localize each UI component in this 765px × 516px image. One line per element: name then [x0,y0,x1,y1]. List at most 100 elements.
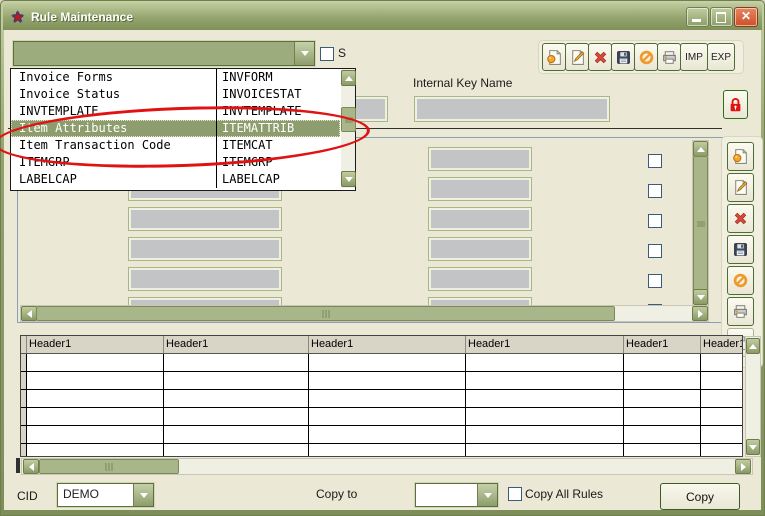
table-row[interactable] [21,426,742,444]
grid-cell[interactable] [624,390,701,407]
grid-cell[interactable] [701,354,743,371]
copy-to-dropdown-button[interactable] [477,484,497,506]
grid-cell[interactable] [309,390,466,407]
maximize-button[interactable] [710,7,733,27]
cancel-button[interactable] [634,43,658,71]
save-button[interactable] [611,43,635,71]
rule-selector-dropdown-button[interactable] [294,42,314,65]
table-row[interactable] [21,408,742,426]
detail-field[interactable] [129,268,281,290]
grid-cell[interactable] [624,354,701,371]
close-button[interactable]: ✕ [734,7,758,27]
internal-key-name-field[interactable] [415,97,609,121]
scroll-thumb[interactable] [36,306,615,321]
detail-checkbox[interactable] [648,214,662,228]
grid-cell[interactable] [164,372,309,389]
grid-cell[interactable] [701,390,743,407]
scroll-up-button[interactable] [746,338,760,354]
detail-checkbox[interactable] [648,184,662,198]
dropdown-item[interactable]: Item Transaction CodeITEMCAT [11,137,340,154]
grid-cell[interactable] [164,444,309,457]
panel-vertical-scrollbar[interactable] [692,140,709,306]
scroll-left-button[interactable] [23,459,39,474]
copy-to-combobox[interactable] [415,483,498,507]
grid-cell[interactable] [164,426,309,443]
scroll-down-button[interactable] [693,289,708,305]
grid-cell[interactable] [466,408,624,425]
import-button[interactable]: IMP [680,43,708,71]
new-button[interactable] [727,142,754,171]
table-row[interactable] [21,444,742,457]
copy-button[interactable]: Copy [660,483,740,510]
grid-cell[interactable] [164,354,309,371]
grid-cell[interactable] [701,444,743,457]
grid-cell[interactable] [466,426,624,443]
detail-checkbox[interactable] [648,244,662,258]
grid-cell[interactable] [466,372,624,389]
new-button[interactable] [542,43,566,71]
s-checkbox[interactable] [320,47,334,61]
dropdown-item[interactable]: INVTEMPLATEINVTEMPLATE [11,103,340,120]
scroll-up-button[interactable] [341,70,356,86]
detail-field[interactable] [129,238,281,260]
minimize-button[interactable] [686,7,709,27]
dropdown-item[interactable]: LABELCAPLABELCAP [11,171,340,188]
dropdown-item[interactable]: Invoice StatusINVOICESTAT [11,86,340,103]
detail-checkbox[interactable] [648,274,662,288]
grid-cell[interactable] [309,354,466,371]
grid-cell[interactable] [27,408,164,425]
splitter-handle[interactable] [16,458,20,473]
dropdown-item[interactable]: Item AttributesITEMATTRIB [11,120,340,137]
grid-cell[interactable] [624,372,701,389]
grid-cell[interactable] [701,426,743,443]
edit-button[interactable] [565,43,589,71]
table-row[interactable] [21,354,742,372]
grid-cell[interactable] [701,408,743,425]
scroll-thumb[interactable] [39,459,179,474]
grid-cell[interactable] [466,354,624,371]
rule-selector-combobox[interactable] [13,41,315,66]
grid-cell[interactable] [701,372,743,389]
dropdown-scrollbar[interactable] [341,69,355,188]
grid-cell[interactable] [309,444,466,457]
grid-cell[interactable] [466,444,624,457]
delete-button[interactable] [727,204,754,233]
grid-cell[interactable] [309,372,466,389]
save-button[interactable] [727,235,754,264]
dropdown-item[interactable]: ITEMGRPITEMGRP [11,154,340,171]
grid-vertical-scrollbar[interactable] [745,336,761,457]
detail-field[interactable] [129,208,281,230]
cancel-button[interactable] [727,266,754,295]
grid-cell[interactable] [164,390,309,407]
grid-cell[interactable] [466,390,624,407]
grid-horizontal-scrollbar[interactable] [21,458,753,475]
scroll-right-button[interactable] [692,306,708,321]
detail-field[interactable] [429,178,531,200]
print-button[interactable] [727,297,754,326]
scroll-down-button[interactable] [341,171,356,187]
detail-field[interactable] [429,268,531,290]
delete-button[interactable] [588,43,612,71]
copy-all-rules-checkbox[interactable] [508,487,522,501]
grid-cell[interactable] [624,444,701,457]
grid-cell[interactable] [309,426,466,443]
scroll-right-button[interactable] [735,459,751,474]
scroll-up-button[interactable] [693,141,708,157]
panel-horizontal-scrollbar[interactable] [20,305,709,322]
scroll-left-button[interactable] [21,306,37,321]
print-button[interactable] [657,43,681,71]
dropdown-item[interactable]: Invoice FormsINVFORM [11,69,340,86]
grid-cell[interactable] [27,372,164,389]
grid-cell[interactable] [27,390,164,407]
detail-checkbox[interactable] [648,154,662,168]
scroll-thumb[interactable] [693,156,708,291]
scroll-thumb[interactable] [341,107,356,132]
grid-cell[interactable] [624,408,701,425]
grid-cell[interactable] [624,426,701,443]
detail-field[interactable] [429,148,531,170]
table-row[interactable] [21,372,742,390]
grid-cell[interactable] [27,354,164,371]
detail-field[interactable] [429,208,531,230]
grid-cell[interactable] [309,408,466,425]
cid-dropdown-button[interactable] [133,484,153,506]
